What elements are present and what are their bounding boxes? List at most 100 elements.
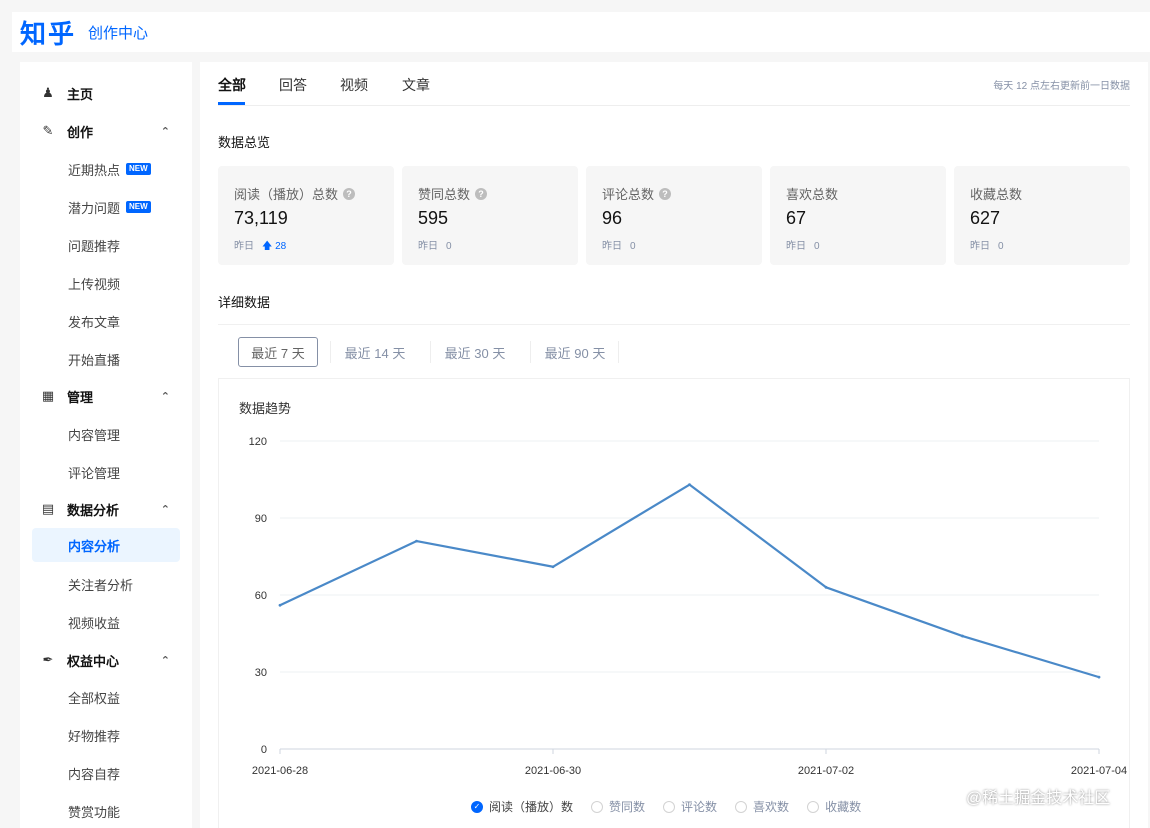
sidebar-item-content-manage[interactable]: 内容管理 (20, 417, 192, 451)
yesterday-value: 0 (814, 241, 820, 252)
sidebar-item-tipping[interactable]: 赞赏功能 (20, 794, 192, 828)
y-tick-label: 0 (261, 744, 267, 756)
sidebar-group-analytics[interactable]: ▤ 数据分析 ⌃ (20, 492, 192, 526)
data-point (1097, 675, 1101, 679)
content-type-tabs: 全部 回答 视频 文章 每天 12 点左右更新前一日数据 (218, 62, 1130, 106)
stat-card-favorites: 收藏总数 627 昨日 0 (954, 166, 1130, 265)
stat-value: 595 (418, 208, 449, 228)
sidebar-group-label: 管理 (67, 389, 94, 405)
stat-label: 收藏总数 (970, 187, 1023, 202)
sidebar-item-label: 评论管理 (68, 465, 121, 481)
legend-item-reads[interactable]: ✓ 阅读（播放）数 (471, 798, 573, 815)
sidebar-item-label: 发布文章 (68, 314, 121, 330)
stat-label: 喜欢总数 (786, 187, 839, 202)
trend-chart-panel: 数据趋势 0 30 60 90 120 2021-06-28 2021-06-30 2021-… (218, 378, 1130, 828)
range-7-days[interactable]: 最近 7 天 (238, 337, 318, 367)
sidebar-item-label: 赞赏功能 (68, 804, 121, 820)
sidebar-item-hot-topics[interactable]: 近期热点 NEW (20, 152, 192, 186)
y-tick-label: 90 (255, 513, 267, 525)
detail-title: 详细数据 (218, 295, 271, 310)
radio-icon (591, 800, 604, 813)
tab-videos[interactable]: 视频 (340, 75, 368, 95)
sidebar-group-label: 权益中心 (67, 653, 120, 669)
sidebar-item-home[interactable]: ♟ 主页 (20, 76, 192, 110)
sidebar-item-content-analysis[interactable]: 内容分析 (32, 528, 180, 562)
legend-item-likes[interactable]: 喜欢数 (735, 798, 789, 815)
legend-item-comments[interactable]: 评论数 (663, 798, 717, 815)
x-tick-label: 2021-06-28 (252, 765, 308, 777)
tab-articles[interactable]: 文章 (402, 75, 430, 95)
sidebar-item-all-benefits[interactable]: 全部权益 (20, 680, 192, 714)
sidebar-group-create[interactable]: ✎ 创作 ⌃ (20, 114, 192, 148)
sidebar-item-label: 开始直播 (68, 352, 121, 368)
yesterday-value: 0 (998, 241, 1004, 252)
legend-item-favorites[interactable]: 收藏数 (807, 798, 861, 815)
sidebar-item-label: 内容分析 (68, 538, 121, 554)
data-point (551, 565, 555, 569)
sidebar-item-self-recommend[interactable]: 内容自荐 (20, 756, 192, 790)
divider (530, 341, 531, 363)
date-range-selector: 最近 7 天 最近 14 天 最近 30 天 最近 90 天 (218, 324, 1130, 378)
range-90-days[interactable]: 最近 90 天 (532, 337, 618, 367)
legend-item-upvotes[interactable]: 赞同数 (591, 798, 645, 815)
grid-icon: ▦ (41, 388, 55, 403)
sidebar-item-label: 关注者分析 (68, 577, 134, 593)
divider (430, 341, 431, 363)
stat-label: 赞同总数 (418, 187, 471, 202)
feather-icon: ✒ (42, 652, 54, 667)
yesterday-label: 昨日 (786, 241, 806, 252)
sidebar-item-label: 潜力问题 (68, 200, 121, 216)
x-tick-label: 2021-07-04 (1071, 765, 1127, 777)
stat-value: 67 (786, 208, 807, 228)
sidebar-item-label: 视频收益 (68, 615, 121, 631)
sidebar-item-follower-analysis[interactable]: 关注者分析 (20, 567, 192, 601)
sidebar-group-label: 数据分析 (67, 502, 120, 518)
zhihu-logo[interactable]: 知乎 (20, 14, 76, 51)
creator-center-title[interactable]: 创作中心 (88, 22, 148, 43)
divider (330, 341, 331, 363)
y-tick-label: 60 (255, 590, 267, 602)
stat-card-upvotes: 赞同总数 ? 595 昨日 0 (402, 166, 578, 265)
yesterday-label: 昨日 (234, 241, 254, 252)
chevron-up-icon[interactable]: ⌃ (161, 390, 170, 403)
sidebar: ♟ 主页 ✎ 创作 ⌃ 近期热点 NEW 潜力问题 NEW 问题推荐 上传视频 … (20, 62, 192, 828)
stat-value: 627 (970, 208, 1001, 228)
chevron-up-icon[interactable]: ⌃ (161, 503, 170, 516)
update-note: 每天 12 点左右更新前一日数据 (993, 81, 1130, 92)
range-14-days[interactable]: 最近 14 天 (332, 337, 418, 367)
sidebar-item-publish-article[interactable]: 发布文章 (20, 304, 192, 338)
sidebar-item-comment-manage[interactable]: 评论管理 (20, 455, 192, 489)
overview-title: 数据总览 (218, 135, 271, 150)
tab-answers[interactable]: 回答 (279, 75, 307, 95)
help-icon[interactable]: ? (659, 187, 672, 200)
watermark: @稀土掘金技术社区 (966, 790, 1111, 807)
radio-icon (663, 800, 676, 813)
tab-all[interactable]: 全部 (218, 75, 246, 95)
sidebar-item-upload-video[interactable]: 上传视频 (20, 266, 192, 300)
range-30-days[interactable]: 最近 30 天 (432, 337, 518, 367)
sidebar-item-potential-questions[interactable]: 潜力问题 NEW (20, 190, 192, 224)
sidebar-item-label: 内容自荐 (68, 766, 121, 782)
sidebar-item-question-recommend[interactable]: 问题推荐 (20, 228, 192, 262)
help-icon[interactable]: ? (475, 187, 488, 200)
chevron-up-icon[interactable]: ⌃ (161, 654, 170, 667)
user-icon: ♟ (42, 85, 54, 100)
active-tab-indicator (218, 102, 245, 105)
chart-legend: ✓ 阅读（播放）数 赞同数 评论数 喜欢数 收藏数 (471, 798, 879, 815)
sidebar-item-label: 主页 (67, 86, 94, 102)
chevron-up-icon[interactable]: ⌃ (161, 125, 170, 138)
sidebar-item-label: 全部权益 (68, 690, 121, 706)
help-icon[interactable]: ? (343, 187, 356, 200)
x-tick-label: 2021-07-02 (798, 765, 854, 777)
data-point (961, 634, 964, 638)
main-panel: 全部 回答 视频 文章 每天 12 点左右更新前一日数据 数据总览 阅读（播放）… (200, 62, 1148, 828)
sidebar-item-goods-recommend[interactable]: 好物推荐 (20, 718, 192, 752)
yesterday-label: 昨日 (602, 241, 622, 252)
stat-value: 96 (602, 208, 623, 228)
sidebar-item-start-live[interactable]: 开始直播 (20, 342, 192, 376)
sidebar-item-video-income[interactable]: 视频收益 (20, 605, 192, 639)
sidebar-group-manage[interactable]: ▦ 管理 ⌃ (20, 379, 192, 413)
sidebar-group-benefits[interactable]: ✒ 权益中心 ⌃ (20, 643, 192, 677)
yesterday-value: 0 (446, 241, 452, 252)
arrow-up-icon: 🡅 (262, 241, 273, 252)
